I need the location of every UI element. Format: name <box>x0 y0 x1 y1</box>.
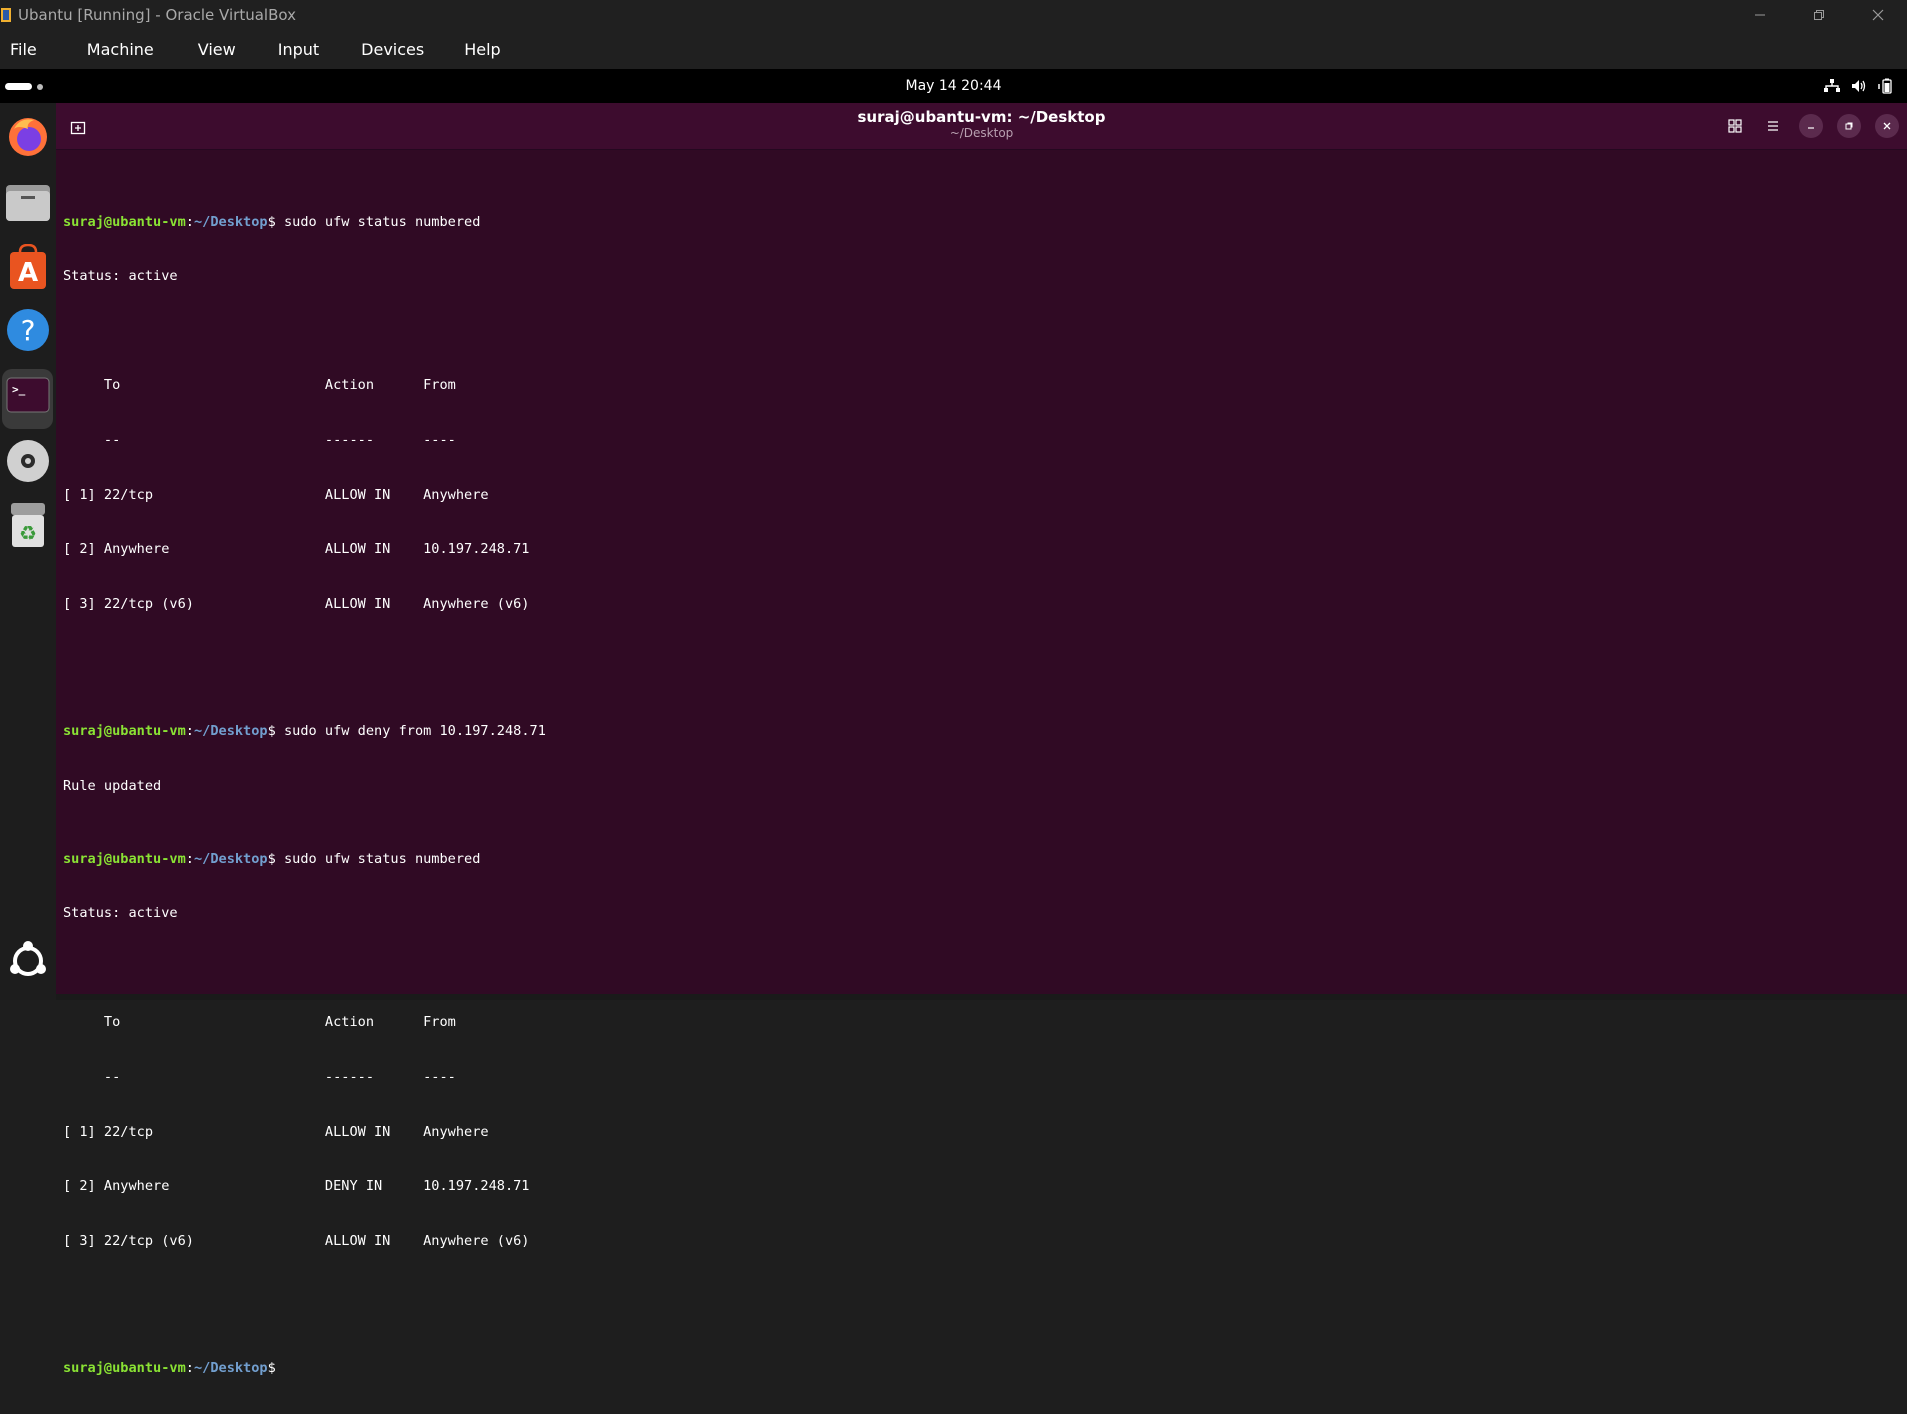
dock-files[interactable] <box>0 174 56 230</box>
close-icon <box>1883 122 1891 130</box>
host-titlebar: Ubantu [Running] - Oracle VirtualBox <box>0 0 1907 29</box>
minimize-icon <box>1808 127 1814 129</box>
gnome-top-panel: May 14 20:44 <box>0 69 1907 103</box>
firefox-icon <box>9 118 47 156</box>
prompt-user: suraj@ubantu-vm <box>63 213 186 230</box>
dock-firefox[interactable] <box>0 109 56 165</box>
restore-icon <box>1813 9 1824 20</box>
grid-icon <box>1728 119 1742 133</box>
show-apps-icon <box>10 941 46 976</box>
system-tray[interactable] <box>1823 69 1895 103</box>
prompt-colon: : <box>185 850 194 867</box>
app-center-icon: A <box>10 244 46 289</box>
prompt-user: suraj@ubantu-vm <box>63 1360 186 1377</box>
terminal-minimize-button[interactable] <box>1799 114 1823 138</box>
dock-help[interactable]: ? <box>0 302 56 358</box>
host-window-title: Ubantu [Running] - Oracle VirtualBox <box>18 5 296 24</box>
host-menubar: File Machine View Input Devices Help <box>0 29 1907 69</box>
command-text: sudo ufw deny from 10.197.248.71 <box>275 723 546 740</box>
output-line: -- ------ ---- <box>63 1068 456 1085</box>
virtualbox-icon <box>0 5 14 25</box>
dock: A ? >_ ♻ <box>0 103 56 1000</box>
prompt-dollar: $ <box>267 1360 276 1377</box>
menu-button[interactable] <box>1761 114 1785 138</box>
host-close-button[interactable] <box>1848 0 1907 29</box>
prompt-dollar: $ <box>267 723 276 740</box>
prompt-colon: : <box>185 723 194 740</box>
output-line: [ 2] Anywhere ALLOW IN 10.197.248.71 <box>63 541 530 558</box>
close-icon <box>1872 9 1883 20</box>
terminal-title: suraj@ubantu-vm: ~/Desktop <box>857 108 1106 126</box>
terminal-subtitle: ~/Desktop <box>949 126 1014 140</box>
host-restore-button[interactable] <box>1789 0 1848 29</box>
prompt-line: suraj@ubantu-vm:~/Desktop$ sudo ufw stat… <box>63 213 1907 231</box>
prompt-dollar: $ <box>267 213 276 230</box>
output-line: [ 1] 22/tcp ALLOW IN Anywhere <box>63 486 489 503</box>
dock-disc[interactable] <box>0 433 56 489</box>
svg-text:?: ? <box>21 314 36 347</box>
terminal-window[interactable]: suraj@ubantu-vm: ~/Desktop ~/Desktop sur… <box>56 103 1907 1376</box>
clock[interactable]: May 14 20:44 <box>0 69 1907 103</box>
disc-icon <box>7 440 49 482</box>
output-line: [ 1] 22/tcp ALLOW IN Anywhere <box>63 1123 489 1140</box>
bottom-strip <box>56 994 1907 1000</box>
menu-help[interactable]: Help <box>454 40 520 59</box>
volume-icon <box>1850 77 1868 95</box>
dock-show-apps[interactable] <box>0 933 56 989</box>
prompt-path: ~/Desktop <box>193 213 268 230</box>
prompt-user: suraj@ubantu-vm <box>63 723 186 740</box>
output-line: Status: active <box>63 905 178 922</box>
prompt-user: suraj@ubantu-vm <box>63 850 186 867</box>
prompt-colon: : <box>185 1360 194 1377</box>
output-line: Status: active <box>63 268 178 285</box>
host-minimize-button[interactable] <box>1730 0 1789 29</box>
menu-view[interactable]: View <box>188 40 256 59</box>
command-text: sudo ufw status numbered <box>275 850 481 867</box>
output-line: [ 3] 22/tcp (v6) ALLOW IN Anywhere (v6) <box>63 595 530 612</box>
output-line: To Action From <box>63 377 456 394</box>
network-icon <box>1823 77 1841 95</box>
restore-icon <box>1845 122 1853 130</box>
menu-input[interactable]: Input <box>268 40 339 59</box>
svg-text:♻: ♻ <box>19 521 37 545</box>
terminal-output[interactable]: suraj@ubantu-vm:~/Desktop$ sudo ufw stat… <box>63 158 1907 1414</box>
output-line: Rule updated <box>63 777 162 794</box>
terminal-maximize-button[interactable] <box>1837 114 1861 138</box>
menu-devices[interactable]: Devices <box>351 40 444 59</box>
tab-overview-button[interactable] <box>1723 114 1747 138</box>
prompt-line-current[interactable]: suraj@ubantu-vm:~/Desktop$ <box>63 1359 1907 1377</box>
dock-app-center[interactable]: A <box>0 239 56 295</box>
menu-machine[interactable]: Machine <box>77 40 174 59</box>
prompt-path: ~/Desktop <box>193 850 268 867</box>
terminal-headerbar: suraj@ubantu-vm: ~/Desktop ~/Desktop <box>56 103 1907 150</box>
help-icon: ? <box>7 309 49 351</box>
terminal-close-button[interactable] <box>1875 114 1899 138</box>
menu-file[interactable]: File <box>0 40 57 59</box>
dock-trash[interactable]: ♻ <box>0 497 56 553</box>
prompt-colon: : <box>185 213 194 230</box>
output-line: -- ------ ---- <box>63 431 456 448</box>
output-line: [ 3] 22/tcp (v6) ALLOW IN Anywhere (v6) <box>63 1232 530 1249</box>
svg-text:>_: >_ <box>12 383 26 396</box>
prompt-line: suraj@ubantu-vm:~/Desktop$ sudo ufw stat… <box>63 850 1907 868</box>
hamburger-icon <box>1768 121 1778 131</box>
battery-icon <box>1877 77 1895 95</box>
dock-terminal[interactable]: >_ <box>0 367 56 429</box>
files-icon <box>6 185 50 221</box>
terminal-icon: >_ <box>6 377 50 413</box>
command-text: sudo ufw status numbered <box>275 213 481 230</box>
minimize-icon <box>1754 14 1765 15</box>
prompt-path: ~/Desktop <box>193 723 268 740</box>
output-line: [ 2] Anywhere DENY IN 10.197.248.71 <box>63 1178 530 1195</box>
prompt-path: ~/Desktop <box>193 1360 268 1377</box>
prompt-dollar: $ <box>267 850 276 867</box>
trash-icon: ♻ <box>11 503 45 547</box>
prompt-line: suraj@ubantu-vm:~/Desktop$ sudo ufw deny… <box>63 722 1907 740</box>
output-line: To Action From <box>63 1014 456 1031</box>
svg-text:A: A <box>18 258 38 288</box>
